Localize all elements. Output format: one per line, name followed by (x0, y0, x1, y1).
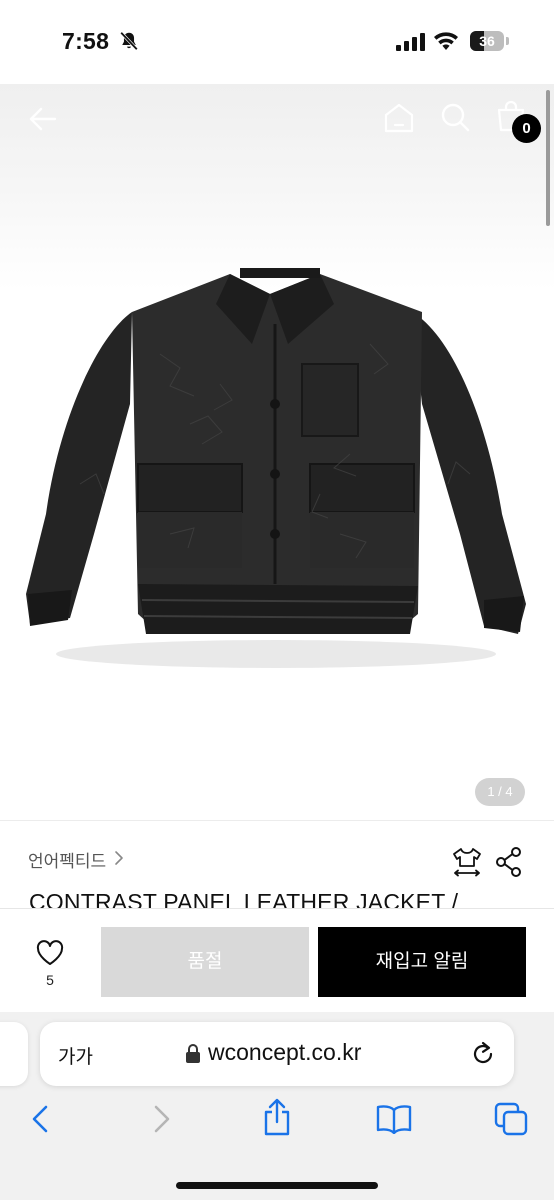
purchase-bar: 5 품절 재입고 알림 (0, 908, 554, 1012)
url-text[interactable]: wconcept.co.kr (208, 1039, 361, 1066)
product-title: CONTRAST PANEL LEATHER JACKET / (29, 889, 459, 908)
heart-icon[interactable] (36, 940, 64, 966)
cellular-signal-icon (396, 33, 425, 51)
image-page-counter: 1 / 4 (475, 778, 525, 806)
tabs-icon[interactable] (494, 1102, 528, 1136)
status-bar: 7:58 36 (0, 0, 554, 84)
previous-tab-preview[interactable] (0, 1022, 28, 1086)
size-guide-icon[interactable] (452, 846, 482, 878)
divider (0, 820, 554, 821)
like-count: 5 (46, 972, 54, 988)
bookmarks-icon[interactable] (376, 1104, 412, 1134)
share-icon[interactable] (495, 846, 523, 878)
soldout-button: 품절 (101, 927, 309, 997)
cart-count-badge[interactable]: 0 (512, 114, 541, 143)
browser-toolbar: 가가 wconcept.co.kr (0, 1012, 554, 1200)
battery-percentage: 36 (479, 33, 495, 49)
back-arrow-icon[interactable] (28, 104, 58, 134)
scroll-indicator (546, 90, 550, 226)
brand-link[interactable]: 언어펙티드 (28, 847, 106, 872)
browser-share-icon[interactable] (261, 1098, 293, 1136)
address-bar[interactable]: 가가 wconcept.co.kr (40, 1022, 514, 1086)
restock-alert-button[interactable]: 재입고 알림 (318, 927, 526, 997)
battery-indicator: 36 (470, 31, 510, 51)
search-icon[interactable] (440, 102, 470, 132)
reload-icon[interactable] (470, 1041, 496, 1067)
lock-icon (186, 1044, 200, 1063)
product-photo[interactable] (20, 234, 540, 714)
text-size-button[interactable]: 가가 (58, 1042, 93, 1069)
browser-back-icon[interactable] (28, 1104, 54, 1134)
home-indicator (176, 1182, 378, 1189)
home-icon[interactable] (383, 102, 415, 134)
wifi-icon (434, 32, 458, 50)
status-time: 7:58 (62, 28, 110, 54)
chevron-right-icon[interactable] (113, 849, 125, 867)
bell-slash-icon (120, 31, 138, 51)
product-image-gallery[interactable]: 0 1 / 4 (0, 84, 554, 820)
browser-forward-icon[interactable] (148, 1104, 174, 1134)
